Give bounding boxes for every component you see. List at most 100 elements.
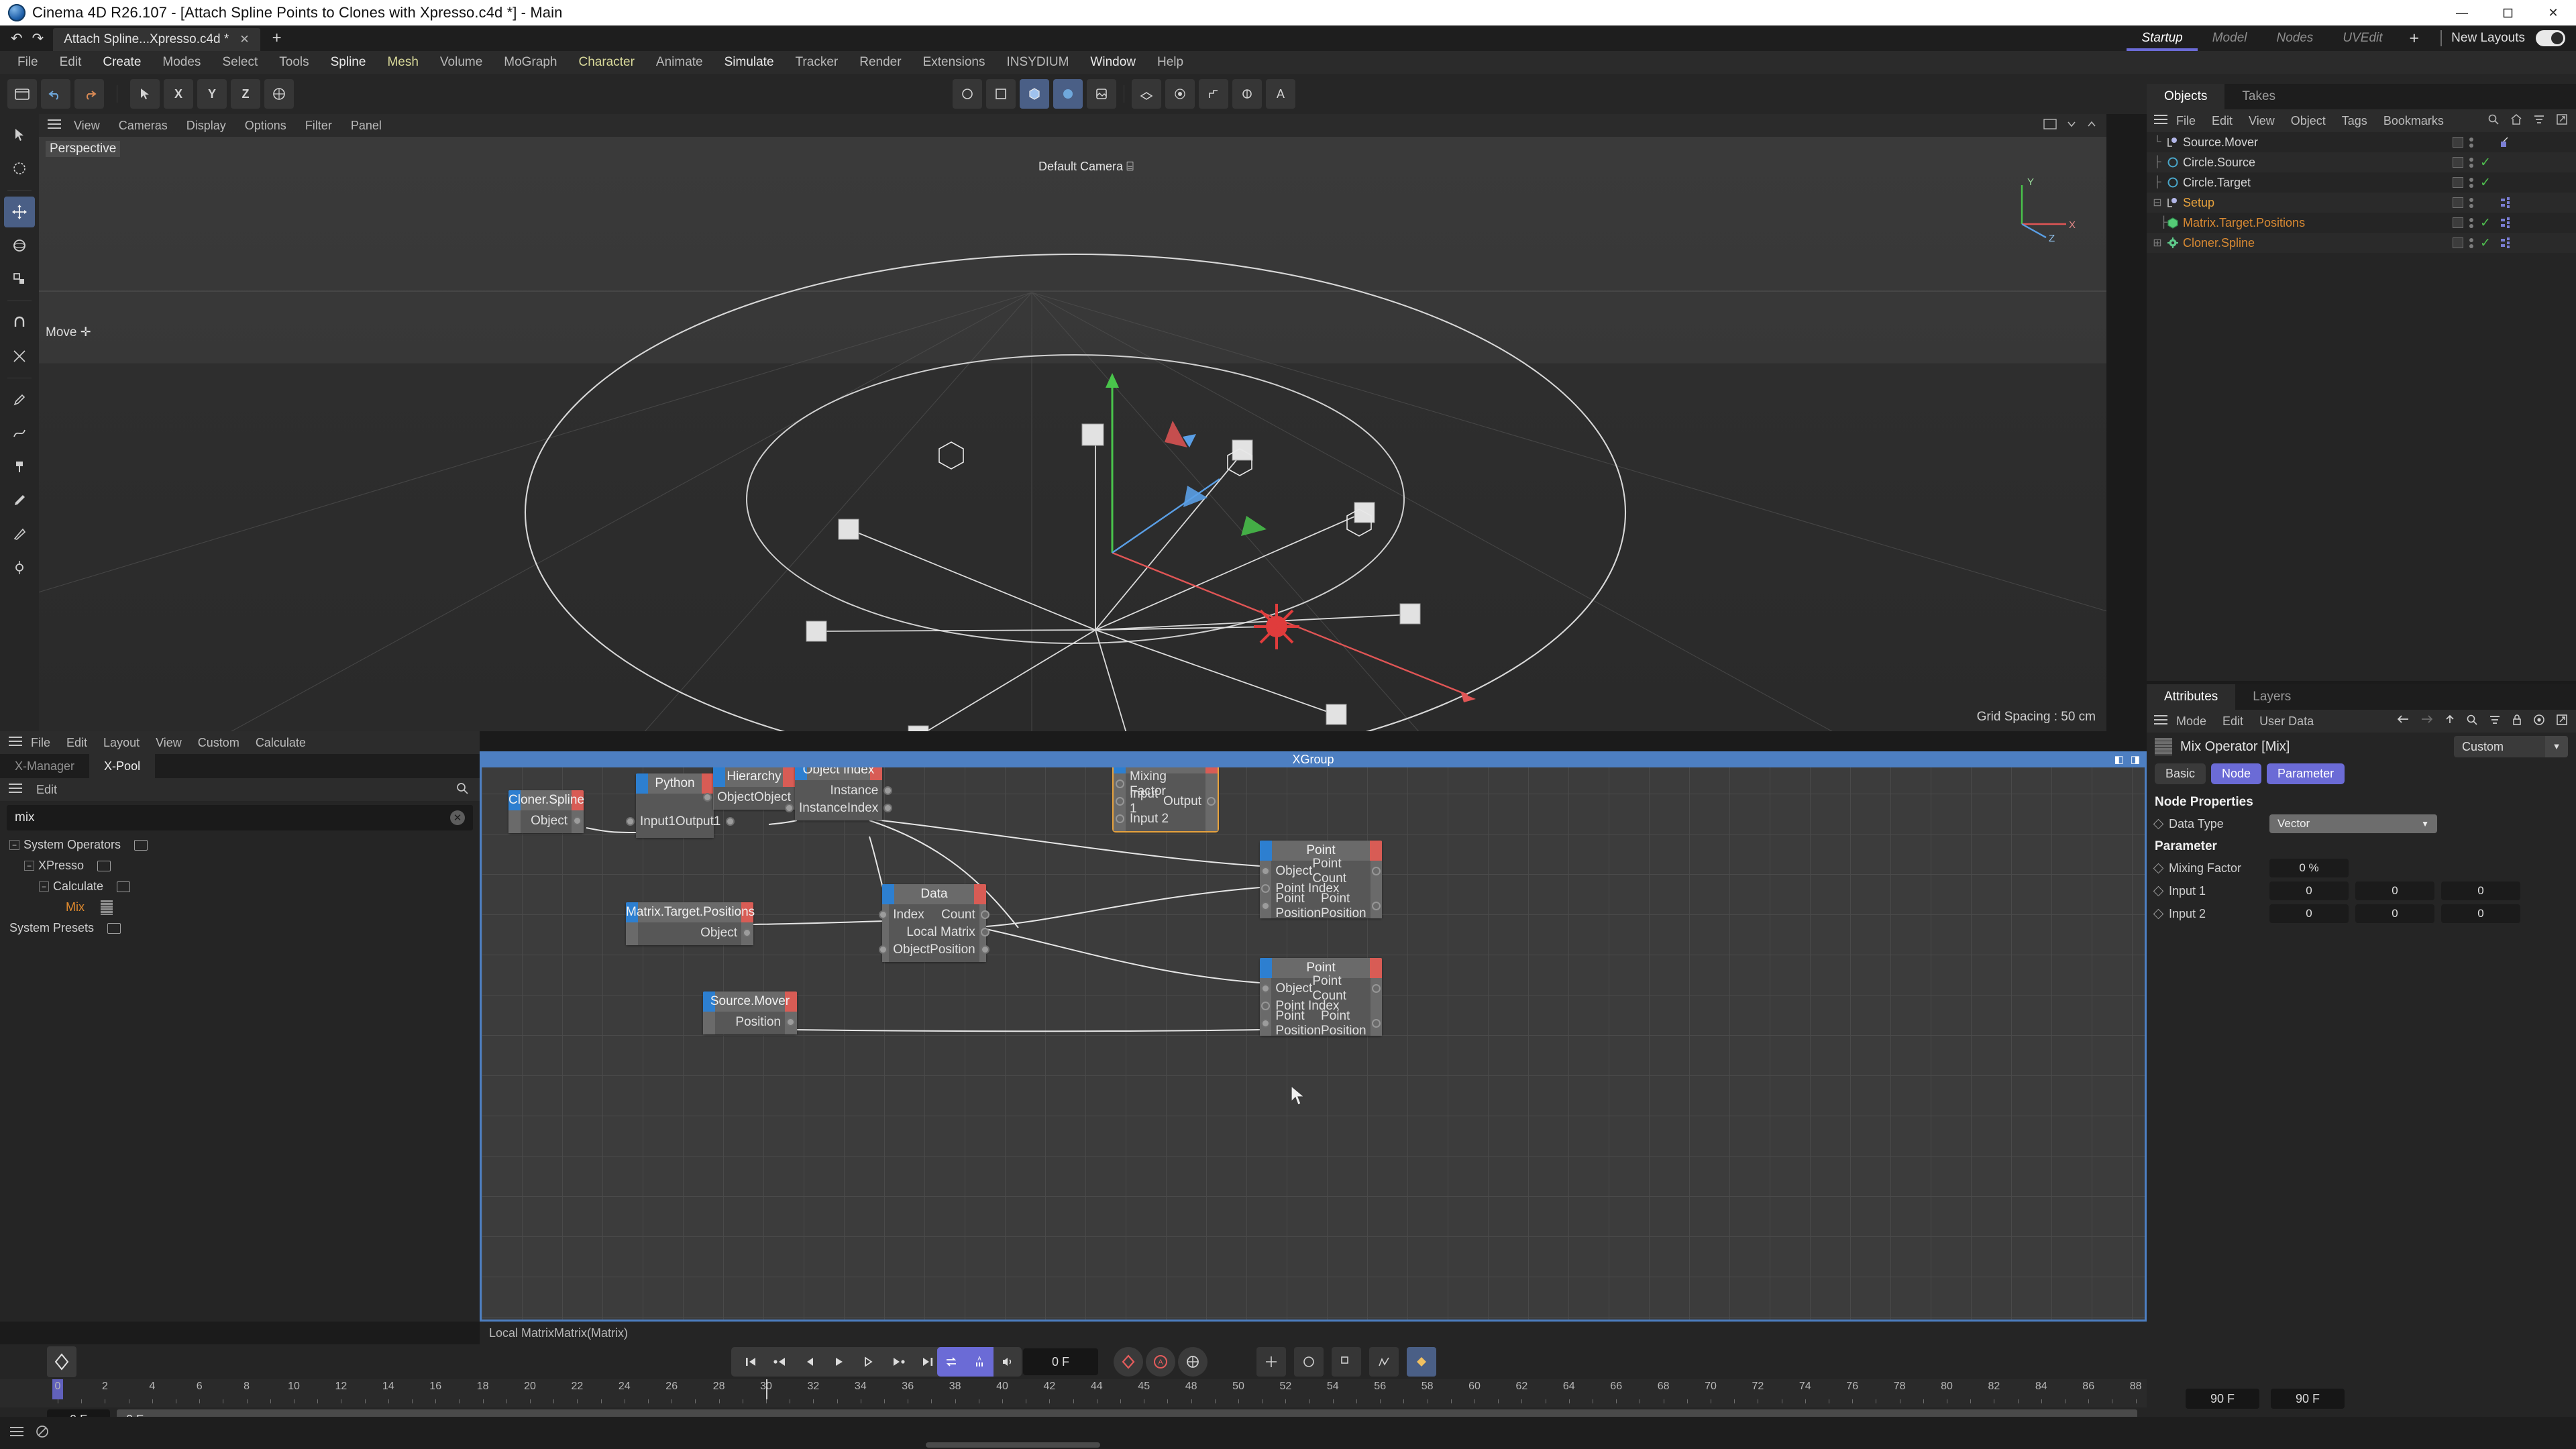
tree-expander[interactable]: − — [39, 881, 49, 892]
menu-extensions[interactable]: Extensions — [912, 51, 996, 74]
object-row-controls[interactable]: ✓ — [2453, 215, 2496, 231]
xgroup-controls[interactable]: ◧ ◨ — [2114, 753, 2140, 765]
enable-checkbox[interactable] — [2453, 237, 2463, 248]
hamburger-icon[interactable] — [2153, 714, 2168, 729]
layout-tab-startup[interactable]: Startup — [2127, 25, 2197, 51]
preset-dropdown[interactable]: Custom ▼ — [2454, 736, 2568, 757]
select-tool-icon[interactable] — [130, 79, 160, 109]
cube-mode-icon[interactable] — [1020, 79, 1049, 109]
object-row-cloner-spline[interactable]: ⊞ Cloner.Spline ✓ — [2147, 233, 2576, 253]
polygon-mode-icon[interactable] — [953, 79, 982, 109]
texture-mode-icon[interactable] — [1087, 79, 1116, 109]
tree-expander[interactable]: ⊟ — [2151, 196, 2164, 209]
xpool-edit-menu[interactable]: Edit — [30, 783, 64, 797]
visibility-dots-icon[interactable] — [2469, 137, 2473, 148]
magnet-tool-icon[interactable] — [4, 307, 35, 338]
forward-arrow-icon[interactable] — [2420, 714, 2434, 729]
node-port-row[interactable]: Input1 Output1 — [626, 813, 735, 830]
attrmenu-user-data[interactable]: User Data — [2251, 714, 2322, 729]
play-button[interactable] — [825, 1348, 853, 1375]
xgroup-collapse-icon[interactable]: ◧ — [2114, 753, 2124, 765]
input-port-dot[interactable] — [785, 804, 794, 812]
viewport-single-view-icon[interactable] — [2043, 118, 2057, 133]
node-port-row[interactable]: Index Count — [879, 906, 989, 924]
node-port-row[interactable]: Object Position — [879, 941, 989, 959]
snap-icon[interactable] — [1165, 79, 1195, 109]
loop-playback-button[interactable] — [937, 1347, 965, 1377]
node-port-row[interactable]: Object Point Count — [1261, 974, 1381, 1003]
enable-checkbox[interactable] — [2453, 177, 2463, 188]
object-row-circle-source[interactable]: ├ Circle.Source ✓ — [2147, 152, 2576, 172]
input2-z-field[interactable]: 0 — [2441, 904, 2520, 923]
goto-start-button[interactable] — [737, 1348, 765, 1375]
chevron-down-icon[interactable]: ▼ — [2545, 736, 2568, 757]
node-matrix-target-positions[interactable]: Matrix.Target.Positions Object — [626, 902, 755, 945]
axis-y-button[interactable]: Y — [197, 79, 227, 109]
object-name[interactable]: Source.Mover — [2183, 136, 2258, 150]
input1-y-field[interactable]: 0 — [2355, 881, 2434, 900]
node-port-row[interactable]: Object Object — [703, 789, 805, 806]
object-name[interactable]: Setup — [2183, 196, 2214, 210]
back-arrow-icon[interactable] — [2396, 714, 2410, 729]
next-frame-button[interactable] — [855, 1348, 883, 1375]
layout-tab-model[interactable]: Model — [2198, 25, 2262, 51]
object-row-controls[interactable] — [2453, 137, 2496, 148]
object-tags[interactable] — [2496, 216, 2576, 229]
object-tags[interactable] — [2496, 196, 2576, 209]
node-data[interactable]: Data Index Count Local Matrix Object Pos… — [879, 884, 989, 962]
horizontal-scrollbar[interactable] — [926, 1442, 1100, 1448]
menu-select[interactable]: Select — [211, 51, 268, 74]
object-row-controls[interactable]: ✓ — [2453, 175, 2496, 191]
document-end-field[interactable]: 90 F — [2186, 1389, 2259, 1409]
open-external-icon[interactable] — [2556, 113, 2568, 129]
objmenu-file[interactable]: File — [2168, 114, 2204, 128]
tree-expander[interactable]: ⊞ — [2151, 236, 2164, 250]
menu-mesh[interactable]: Mesh — [376, 51, 429, 74]
input-port-dot[interactable] — [1116, 780, 1124, 788]
undo-tool-icon[interactable] — [41, 79, 70, 109]
xmenu-calculate[interactable]: Calculate — [248, 736, 314, 750]
node-header[interactable]: Source.Mover — [703, 991, 797, 1012]
input2-y-field[interactable]: 0 — [2355, 904, 2434, 923]
xmenu-custom[interactable]: Custom — [190, 736, 248, 750]
node-cloner-spline[interactable]: Cloner.Spline Object — [508, 790, 584, 833]
xpool-item-calculate[interactable]: − Calculate — [0, 876, 480, 897]
rotation-key-icon[interactable] — [1294, 1347, 1324, 1377]
clear-search-icon[interactable]: ✕ — [450, 810, 465, 825]
attrmenu-mode[interactable]: Mode — [2168, 714, 2214, 729]
chip-basic[interactable]: Basic — [2155, 763, 2206, 784]
keyframe-diamond-icon[interactable] — [2153, 885, 2164, 896]
edge-mode-icon[interactable] — [986, 79, 1016, 109]
param-key-icon[interactable] — [1369, 1347, 1399, 1377]
current-frame-field[interactable]: 0 F — [1023, 1348, 1098, 1375]
minimize-button[interactable]: — — [2439, 0, 2485, 25]
maximize-button[interactable] — [2485, 0, 2530, 25]
tab-objects[interactable]: Objects — [2147, 84, 2225, 109]
home-icon[interactable] — [2510, 113, 2522, 129]
scale-tool-icon[interactable] — [4, 264, 35, 294]
chip-node[interactable]: Node — [2211, 763, 2262, 784]
quantize-icon[interactable] — [1199, 79, 1228, 109]
annotation-icon[interactable]: A — [1266, 79, 1295, 109]
new-layouts-toggle[interactable] — [2536, 30, 2565, 46]
node-hierarchy[interactable]: Hierarchy Object Object — [703, 767, 805, 810]
lock-axis-icon[interactable] — [1232, 79, 1262, 109]
menu-window[interactable]: Window — [1079, 51, 1146, 74]
viewport-menu-panel[interactable]: Panel — [341, 119, 391, 133]
hamburger-icon[interactable] — [8, 736, 23, 750]
search-icon[interactable] — [2487, 113, 2500, 129]
viewport-menu-display[interactable]: Display — [177, 119, 235, 133]
output-port-dot[interactable] — [1371, 867, 1381, 875]
scale-key-icon[interactable] — [1332, 1347, 1361, 1377]
input-port-dot[interactable] — [1116, 814, 1124, 823]
object-row-controls[interactable] — [2453, 197, 2496, 208]
enable-checkbox[interactable] — [2453, 137, 2463, 148]
up-arrow-icon[interactable] — [2445, 714, 2455, 729]
xmenu-view[interactable]: View — [148, 736, 190, 750]
visibility-dots-icon[interactable] — [2469, 217, 2473, 228]
output-port-dot[interactable] — [980, 928, 989, 936]
workplane-icon[interactable] — [1132, 79, 1161, 109]
brush-tool-icon[interactable] — [4, 485, 35, 516]
node-header[interactable]: Cloner.Spline — [508, 790, 584, 810]
menu-render[interactable]: Render — [849, 51, 912, 74]
